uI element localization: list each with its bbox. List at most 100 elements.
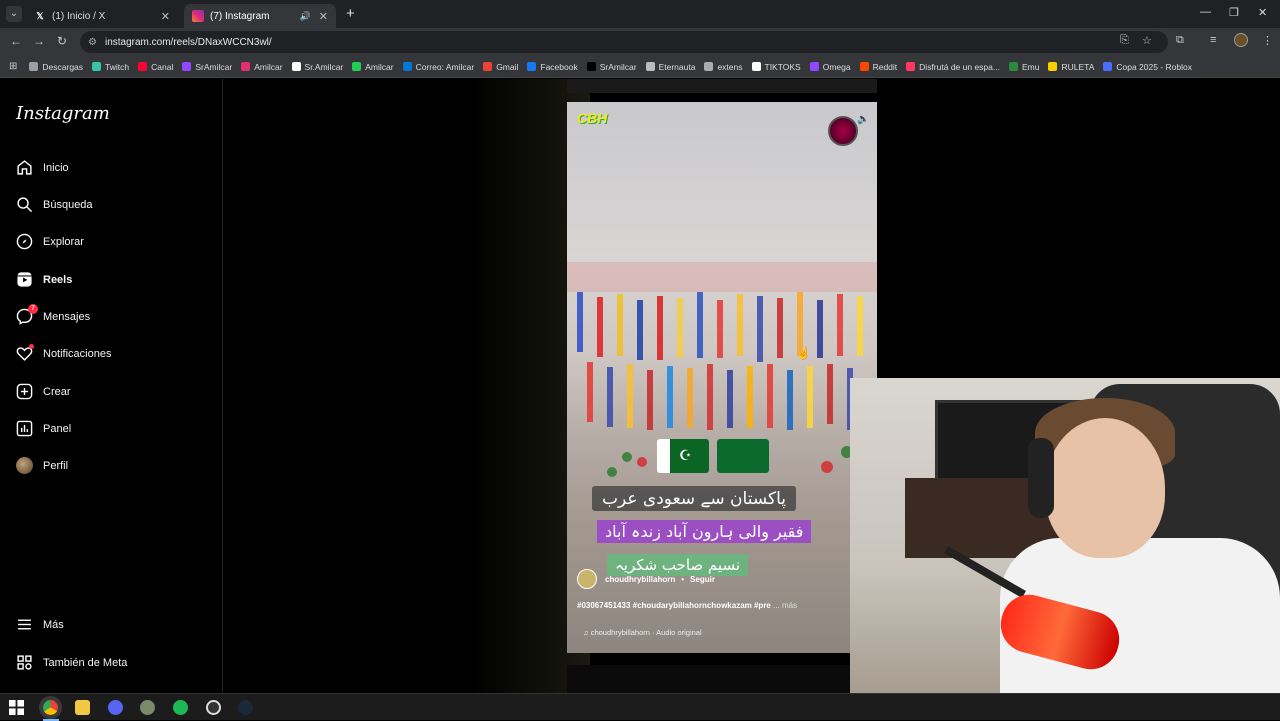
apps-icon[interactable]: ⊞ bbox=[9, 61, 17, 72]
sidebar-item-mas[interactable]: Más bbox=[16, 616, 64, 633]
bookmark-favicon-icon bbox=[138, 62, 148, 71]
windows-taskbar bbox=[0, 693, 1280, 721]
tab-instagram[interactable]: (7) Instagram 🔊 ✕ bbox=[184, 4, 336, 28]
bookmark-item[interactable]: TIKTOKS bbox=[751, 61, 801, 72]
tab-title: (7) Instagram bbox=[210, 10, 270, 22]
spotify-icon[interactable] bbox=[173, 700, 188, 715]
close-icon[interactable]: ✕ bbox=[319, 10, 328, 23]
sidebar-item-label: También de Meta bbox=[43, 656, 128, 669]
audio-icon[interactable]: 🔈 bbox=[857, 114, 869, 125]
restore-icon[interactable]: ❐ bbox=[1229, 6, 1239, 19]
next-reel[interactable] bbox=[567, 665, 857, 693]
bookmark-item[interactable]: Correo: Amilcar bbox=[402, 62, 474, 72]
sidebar-item-label: Más bbox=[43, 618, 64, 631]
chrome-icon[interactable] bbox=[43, 700, 58, 715]
menu-icon bbox=[16, 616, 33, 633]
bookmark-label: TIKTOKS bbox=[764, 61, 801, 72]
bookmark-item[interactable]: Sr.Amilcar bbox=[291, 62, 343, 72]
bookmark-item[interactable]: Disfrutá de un espa... bbox=[906, 62, 1000, 72]
address-bar[interactable]: ⚙ instagram.com/reels/DNaxWCCN3wl/ bbox=[80, 31, 1168, 53]
bookmark-item[interactable]: Copa 2025 - Roblox bbox=[1103, 62, 1192, 72]
reel-corner-avatar bbox=[828, 116, 858, 146]
bookmark-item[interactable]: Eternauta bbox=[645, 62, 695, 72]
bookmark-item[interactable]: SrAmilcar bbox=[586, 62, 637, 72]
owner-username[interactable]: choudhrybillahorn bbox=[605, 575, 675, 584]
tab-x[interactable]: 𝕏 (1) Inicio / X ✕ bbox=[26, 4, 178, 28]
caption-more[interactable]: ... más bbox=[773, 601, 797, 610]
steam-icon[interactable] bbox=[238, 700, 253, 715]
bookmark-favicon-icon bbox=[751, 62, 761, 71]
bookmark-item[interactable]: Descargas bbox=[29, 62, 83, 72]
bookmark-favicon-icon bbox=[352, 62, 362, 71]
media-icon[interactable]: ≡ bbox=[1210, 34, 1216, 46]
previous-reel[interactable] bbox=[567, 79, 877, 93]
speaker-icon[interactable]: 🔊 bbox=[300, 11, 311, 22]
kebab-menu-icon[interactable]: ⋮ bbox=[1262, 34, 1273, 47]
sidebar-item-panel[interactable]: Panel bbox=[16, 420, 71, 437]
search-icon bbox=[16, 196, 33, 213]
mouse-cursor-icon: ☝ bbox=[796, 346, 811, 360]
minimize-icon[interactable]: — bbox=[1200, 6, 1211, 18]
bookmark-star-icon[interactable]: ☆ bbox=[1142, 34, 1152, 47]
sidebar-item-label: Notificaciones bbox=[43, 347, 112, 360]
bookmark-item[interactable]: SrAmilcar bbox=[182, 62, 232, 72]
bookmark-item[interactable]: Omega bbox=[809, 62, 851, 72]
bookmark-favicon-icon bbox=[92, 62, 102, 71]
bookmark-item[interactable]: Gmail bbox=[483, 62, 518, 72]
sidebar-item-explorar[interactable]: Explorar bbox=[16, 233, 84, 250]
reload-icon[interactable]: ↻ bbox=[57, 34, 67, 48]
meta-icon bbox=[16, 654, 33, 671]
sidebar-item-tambien-de-meta[interactable]: También de Meta bbox=[16, 654, 127, 671]
overlay-text-2: فقیر والی ہارون آباد زندہ آباد bbox=[597, 520, 812, 543]
owner-avatar[interactable] bbox=[577, 569, 597, 589]
sidebar-item-label: Inicio bbox=[43, 161, 69, 174]
tab-search-button[interactable]: ⌄ bbox=[6, 6, 22, 22]
bookmark-item[interactable]: Twitch bbox=[92, 62, 129, 72]
bookmark-label: extens bbox=[717, 61, 743, 72]
extensions-icon[interactable]: ⧉ bbox=[1176, 34, 1184, 47]
bookmark-label: Gmail bbox=[496, 61, 519, 72]
bookmark-item[interactable]: RULETA bbox=[1048, 62, 1094, 72]
messenger-icon: 7 bbox=[16, 304, 38, 325]
reel-caption[interactable]: #03067451433 #choudarybillahornchowkazam… bbox=[577, 601, 797, 610]
bookmark-item[interactable]: Reddit bbox=[859, 62, 897, 72]
bookmark-favicon-icon bbox=[527, 62, 537, 71]
back-icon[interactable]: ← bbox=[10, 34, 22, 48]
follow-button[interactable]: Seguir bbox=[690, 575, 715, 584]
close-icon[interactable]: ✕ bbox=[161, 10, 170, 23]
reel-video[interactable]: CBH 🔈 ☪ پاکستان سے سعودی عرب فقیر والی ہ… bbox=[567, 102, 877, 653]
discord-icon[interactable] bbox=[108, 700, 123, 715]
sidebar-item-crear[interactable]: Crear bbox=[16, 383, 71, 400]
sidebar-item-label: Crear bbox=[43, 385, 71, 398]
reel-audio[interactable]: ♫ choudhrybillahorn · Audio original bbox=[583, 628, 702, 637]
sidebar-item-reels[interactable]: Reels bbox=[16, 271, 72, 288]
app-icon[interactable] bbox=[140, 700, 155, 715]
music-icon: ♫ bbox=[583, 628, 591, 637]
sidebar-item-mensajes[interactable]: 7 Mensajes bbox=[16, 304, 90, 325]
new-tab-button[interactable]: + bbox=[346, 5, 355, 22]
bookmark-item[interactable]: extens bbox=[704, 61, 743, 72]
forward-icon[interactable]: → bbox=[33, 34, 45, 48]
bookmark-item[interactable]: Canal bbox=[138, 62, 173, 72]
install-icon[interactable]: ⎘ bbox=[1120, 34, 1129, 47]
bookmark-item[interactable]: Facebook bbox=[527, 62, 578, 72]
instagram-logo[interactable]: Instagram bbox=[16, 103, 110, 124]
sidebar-item-inicio[interactable]: Inicio bbox=[16, 159, 69, 176]
bookmark-item[interactable]: Emu bbox=[1008, 62, 1039, 72]
profile-avatar[interactable] bbox=[1234, 33, 1248, 47]
bookmark-favicon-icon bbox=[586, 62, 596, 71]
bookmark-item[interactable]: Amilcar bbox=[352, 62, 394, 72]
sidebar-item-label: Reels bbox=[43, 273, 73, 286]
file-explorer-icon[interactable] bbox=[75, 700, 90, 715]
windows-start-icon[interactable] bbox=[9, 700, 24, 715]
sidebar-item-label: Explorar bbox=[43, 235, 84, 248]
obs-icon[interactable] bbox=[206, 700, 221, 715]
bookmark-item[interactable]: Amilcar bbox=[241, 62, 283, 72]
sidebar-item-perfil[interactable]: Perfil bbox=[16, 457, 68, 474]
bookmark-label: SrAmilcar bbox=[195, 61, 233, 72]
window-close-icon[interactable]: ✕ bbox=[1258, 6, 1267, 19]
site-info-icon[interactable]: ⚙ bbox=[88, 37, 97, 48]
sidebar-item-notificaciones[interactable]: Notificaciones bbox=[16, 344, 112, 362]
bookmark-favicon-icon bbox=[483, 62, 493, 71]
sidebar-item-busqueda[interactable]: Búsqueda bbox=[16, 196, 93, 213]
